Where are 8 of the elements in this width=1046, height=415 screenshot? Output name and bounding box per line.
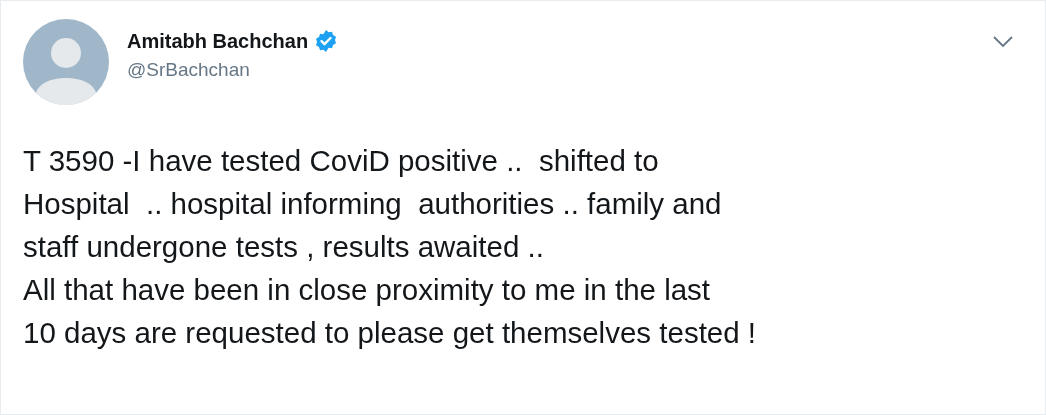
tweet-text-line: 10 days are requested to please get themselves tested ! bbox=[23, 315, 758, 351]
tweet-text-line: All that have been in close proximity to me in the last bbox=[23, 272, 712, 308]
author-handle[interactable]: @SrBachchan bbox=[127, 59, 339, 81]
tweet-text-line: T 3590 -I have tested CoviD positive .. shifted to bbox=[23, 143, 660, 179]
chevron-down-icon[interactable] bbox=[993, 36, 1013, 48]
tweet-text-line: Hospital .. hospital informing authorities .. family and bbox=[23, 186, 723, 222]
author-name[interactable]: Amitabh Bachchan bbox=[127, 29, 309, 53]
tweet-text-line: staff undergone tests , results awaited .. bbox=[23, 229, 545, 265]
